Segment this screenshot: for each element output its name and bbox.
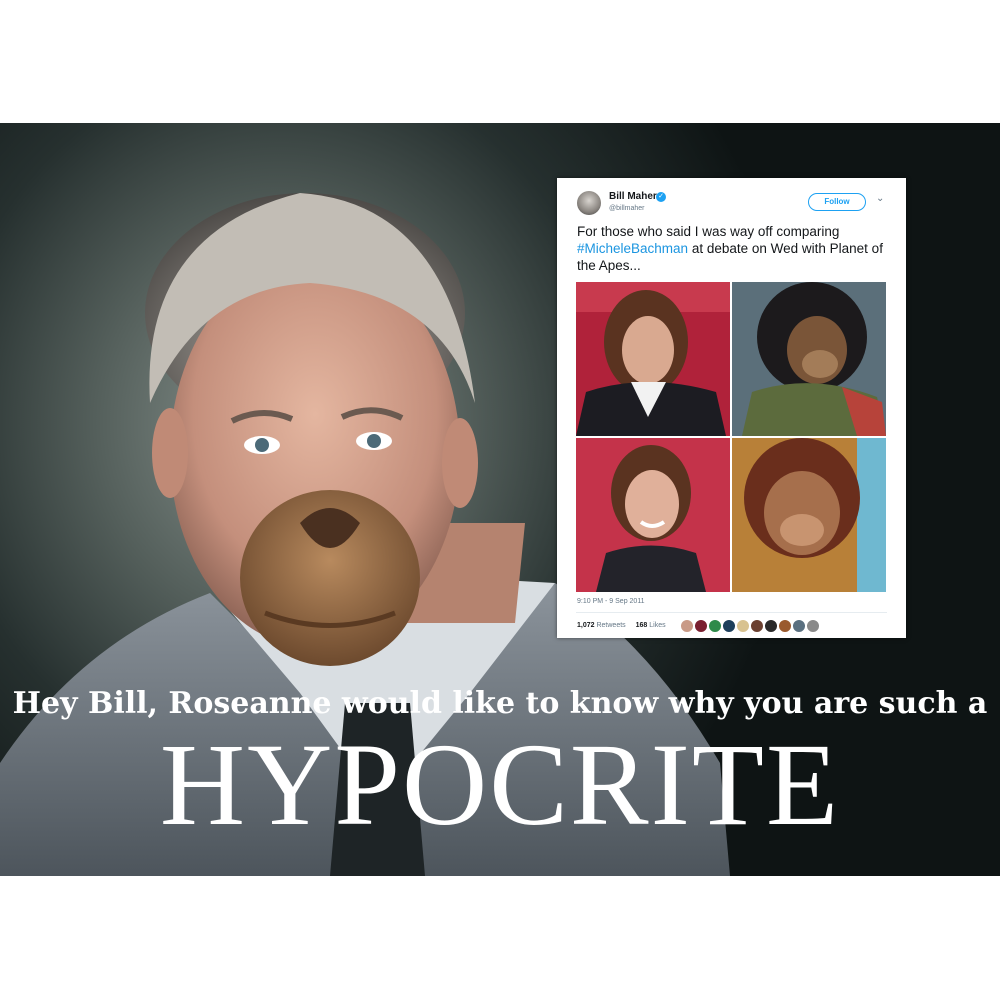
avatar[interactable] (694, 619, 708, 633)
embedded-tweet: Bill Maher ✓ @billmaher Follow ⌄ For tho… (557, 178, 906, 638)
avatar[interactable] (764, 619, 778, 633)
avatar[interactable] (792, 619, 806, 633)
tweet-photo-woman-smiling[interactable] (576, 438, 730, 592)
avatar[interactable] (708, 619, 722, 633)
tweet-photo-woman-debate[interactable] (576, 282, 730, 436)
tweet-photo-ape-smiling[interactable] (732, 438, 886, 592)
handle[interactable]: @billmaher (609, 205, 645, 212)
retweet-count[interactable]: 1,072 (577, 622, 595, 629)
avatar[interactable] (806, 619, 820, 633)
chevron-down-icon[interactable]: ⌄ (876, 193, 884, 204)
avatar[interactable] (722, 619, 736, 633)
avatar[interactable] (750, 619, 764, 633)
avatar[interactable] (680, 619, 694, 633)
verified-badge-icon: ✓ (656, 192, 666, 202)
caption-hypocrite: HYPOCRITE (159, 719, 841, 850)
display-name[interactable]: Bill Maher (609, 191, 657, 202)
avatar[interactable] (778, 619, 792, 633)
follow-button[interactable]: Follow (808, 193, 866, 211)
divider (576, 612, 887, 613)
caption-line-1: Hey Bill, Roseanne would like to know wh… (12, 686, 988, 721)
avatar[interactable] (736, 619, 750, 633)
like-count[interactable]: 168 (636, 622, 648, 629)
like-label[interactable]: Likes (649, 622, 665, 629)
tweet-photo-ape-scarf[interactable] (732, 282, 886, 436)
avatar[interactable] (577, 191, 601, 215)
tweet-timestamp[interactable]: 9:10 PM - 9 Sep 2011 (577, 598, 645, 605)
tweet-text-before: For those who said I was way off compari… (577, 224, 840, 239)
hashtag-link[interactable]: #MicheleBachman (577, 241, 688, 256)
tweet-photo-grid[interactable] (576, 282, 886, 592)
meme-image: Bill Maher ✓ @billmaher Follow ⌄ For tho… (0, 123, 1000, 876)
tweet-text: For those who said I was way off compari… (577, 223, 897, 274)
tweet-stats: 1,072 Retweets 168 Likes (577, 622, 674, 629)
retweet-label[interactable]: Retweets (596, 622, 625, 629)
